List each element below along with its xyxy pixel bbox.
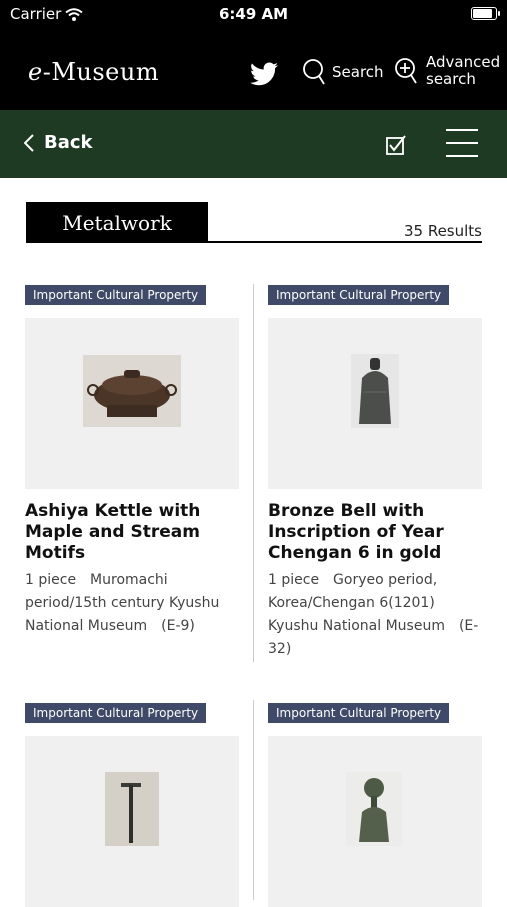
category-divider xyxy=(26,241,482,243)
artwork-thumbnail[interactable] xyxy=(268,736,482,907)
app-header: e-Museum Search Advanced search xyxy=(0,28,507,110)
property-badge: Important Cultural Property xyxy=(268,703,450,723)
plus-search-icon xyxy=(395,58,417,84)
logo-prefix: e xyxy=(28,58,43,86)
app-logo[interactable]: e-Museum xyxy=(28,58,159,86)
property-badge: Important Cultural Property xyxy=(268,285,450,305)
results-count: 35 Results xyxy=(403,222,482,240)
artwork-thumbnail[interactable] xyxy=(25,318,239,489)
column-divider xyxy=(253,700,254,900)
back-button[interactable]: Back xyxy=(24,132,93,153)
search-button[interactable]: Search xyxy=(302,58,384,86)
chevron-left-icon xyxy=(24,133,34,152)
search-icon xyxy=(303,59,325,85)
nav-bar: Back xyxy=(0,110,507,178)
artwork-thumbnail[interactable] xyxy=(25,736,239,907)
advanced-search-line1: Advanced xyxy=(426,53,501,71)
advanced-search-button[interactable]: Advanced search xyxy=(394,54,500,88)
property-badge: Important Cultural Property xyxy=(25,285,207,305)
artwork-thumbnail[interactable] xyxy=(268,318,482,489)
back-label: Back xyxy=(44,132,93,153)
artwork-meta: 1 piece Goryeo period, Korea/Chengan 6(1… xyxy=(268,572,479,657)
artwork-card[interactable]: Important Cultural Property xyxy=(268,702,482,907)
artwork-title[interactable]: Ashiya Kettle with Maple and Stream Moti… xyxy=(25,501,239,564)
property-badge: Important Cultural Property xyxy=(25,703,207,723)
artwork-card[interactable]: Important Cultural Property Bronze Bell … xyxy=(268,284,482,661)
clock: 6:49 AM xyxy=(218,5,289,23)
artwork-title[interactable]: Bronze Bell with Inscription of Year Che… xyxy=(268,501,482,564)
status-bar: Carrier 6:49 AM xyxy=(0,0,507,28)
staff-image xyxy=(105,772,159,846)
hamburger-menu-icon[interactable] xyxy=(446,129,478,157)
ritual-bell-image xyxy=(346,772,402,846)
category-title: Metalwork xyxy=(26,202,208,242)
bell-image xyxy=(351,354,399,428)
kettle-image xyxy=(83,355,181,427)
artwork-card[interactable]: Important Cultural Property xyxy=(25,702,239,907)
twitter-icon[interactable] xyxy=(250,62,278,86)
battery-icon xyxy=(471,7,500,20)
logo-text: -Museum xyxy=(42,58,160,86)
battery-level xyxy=(473,9,492,18)
artwork-card[interactable]: Important Cultural Property Ashiya Kettl… xyxy=(25,284,239,638)
advanced-search-line2: search xyxy=(426,70,476,88)
artwork-meta: 1 piece Muromachi period/15th century Ky… xyxy=(25,572,220,634)
advanced-search-label: Advanced search xyxy=(426,54,500,88)
column-divider xyxy=(253,284,254,662)
checkbox-icon[interactable] xyxy=(386,135,406,155)
search-label: Search xyxy=(332,63,384,81)
